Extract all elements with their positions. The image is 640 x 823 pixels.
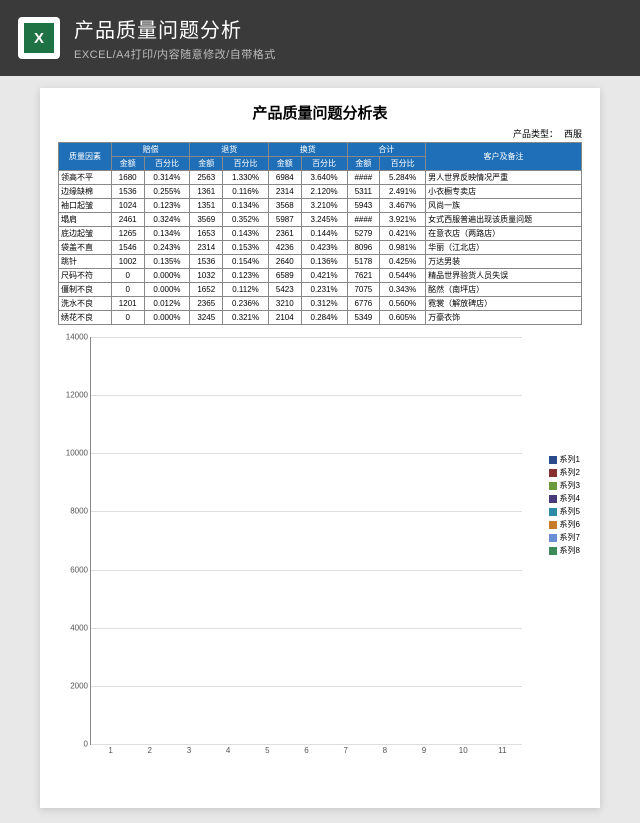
legend-item: 系列8	[549, 545, 580, 556]
legend-label: 系列1	[560, 454, 580, 465]
x-tick: 3	[187, 744, 191, 755]
y-tick: 8000	[70, 507, 91, 516]
meta-value: 西服	[564, 127, 582, 140]
col-percent: 百分比	[301, 157, 347, 171]
legend-label: 系列5	[560, 506, 580, 517]
table-row: 底边起皱12650.134%16530.143%23610.144%52790.…	[59, 227, 582, 241]
x-tick: 5	[265, 744, 269, 755]
x-tick: 11	[498, 744, 506, 755]
col-percent: 百分比	[380, 157, 426, 171]
chart-legend: 系列1 系列2 系列3 系列4 系列5 系列6 系列7 系列8	[549, 452, 580, 558]
chart-plot: 0200040006000800010000120001400012345678…	[90, 337, 522, 745]
table-row: 僵制不良00.000%16520.112%54230.231%70750.343…	[59, 283, 582, 297]
y-tick: 0	[84, 740, 91, 749]
table-row: 绣花不良00.000%32450.321%21040.284%53490.605…	[59, 311, 582, 325]
col-amount: 金额	[347, 157, 380, 171]
excel-icon: X	[18, 17, 60, 59]
bar-chart: 0 2000 4000 6000 8000 10000 12000 14000 1 2 3 4 5 6 7 8…	[58, 333, 582, 763]
table-row: 领高不平16800.314%25631.330%69843.640%####5.…	[59, 171, 582, 185]
x-tick: 10	[459, 744, 468, 755]
y-tick: 2000	[70, 681, 91, 690]
legend-swatch	[549, 547, 557, 555]
table-row: 边缘缺棉15360.255%13610.116%23142.120%53112.…	[59, 185, 582, 199]
legend-swatch	[549, 495, 557, 503]
legend-swatch	[549, 469, 557, 477]
y-tick: 12000	[66, 391, 91, 400]
col-group-2: 换货	[269, 143, 348, 157]
page-wrap: 产品质量问题分析表 产品类型： 西服 质量因素 赔偿 退货 换货 合计 客户及备…	[0, 76, 640, 808]
x-tick: 7	[343, 744, 347, 755]
page-title: 产品质量问题分析	[74, 14, 276, 43]
legend-label: 系列4	[560, 493, 580, 504]
legend-item: 系列3	[549, 480, 580, 491]
col-percent: 百分比	[144, 157, 190, 171]
x-tick: 1	[108, 744, 112, 755]
col-group-1: 退货	[190, 143, 269, 157]
legend-swatch	[549, 482, 557, 490]
table-row: 袖口起皱10240.123%13510.134%35683.210%59433.…	[59, 199, 582, 213]
meta-label: 产品类型：	[513, 127, 558, 140]
page-subtitle: EXCEL/A4打印/内容随意修改/自带格式	[74, 46, 276, 62]
table-head: 质量因素 赔偿 退货 换货 合计 客户及备注 金额百分比金额百分比金额百分比金额…	[59, 143, 582, 171]
col-group-3: 合计	[347, 143, 426, 157]
table-row: 袋盖不直15460.243%23140.153%42360.423%80960.…	[59, 241, 582, 255]
legend-label: 系列2	[560, 467, 580, 478]
header-text: 产品质量问题分析 EXCEL/A4打印/内容随意修改/自带格式	[74, 14, 276, 62]
y-tick: 10000	[66, 449, 91, 458]
legend-label: 系列6	[560, 519, 580, 530]
document-page: 产品质量问题分析表 产品类型： 西服 质量因素 赔偿 退货 换货 合计 客户及备…	[40, 88, 600, 808]
col-factor: 质量因素	[59, 143, 112, 171]
x-tick: 2	[148, 744, 152, 755]
legend-swatch	[549, 534, 557, 542]
legend-item: 系列7	[549, 532, 580, 543]
legend-label: 系列3	[560, 480, 580, 491]
meta-row: 产品类型： 西服	[58, 127, 582, 140]
y-tick: 4000	[70, 623, 91, 632]
col-percent: 百分比	[223, 157, 269, 171]
col-group-0: 赔偿	[111, 143, 190, 157]
table-row: 尺码不符00.000%10320.123%65890.421%76210.544…	[59, 269, 582, 283]
legend-item: 系列4	[549, 493, 580, 504]
legend-swatch	[549, 521, 557, 529]
col-remarks: 客户及备注	[426, 143, 582, 171]
legend-item: 系列2	[549, 467, 580, 478]
col-amount: 金额	[190, 157, 223, 171]
x-tick: 6	[304, 744, 308, 755]
document-title: 产品质量问题分析表	[58, 102, 582, 123]
app-header: X 产品质量问题分析 EXCEL/A4打印/内容随意修改/自带格式	[0, 0, 640, 76]
legend-item: 系列5	[549, 506, 580, 517]
table-row: 洗水不良12010.012%23650.236%32100.312%67760.…	[59, 297, 582, 311]
legend-swatch	[549, 508, 557, 516]
table-body: 领高不平16800.314%25631.330%69843.640%####5.…	[59, 171, 582, 325]
legend-item: 系列1	[549, 454, 580, 465]
x-tick: 8	[383, 744, 387, 755]
col-amount: 金额	[111, 157, 144, 171]
x-tick: 9	[422, 744, 426, 755]
col-amount: 金额	[269, 157, 302, 171]
table-row: 塌肩24610.324%35690.352%59873.245%####3.92…	[59, 213, 582, 227]
legend-item: 系列6	[549, 519, 580, 530]
data-table: 质量因素 赔偿 退货 换货 合计 客户及备注 金额百分比金额百分比金额百分比金额…	[58, 142, 582, 325]
x-tick: 4	[226, 744, 230, 755]
y-tick: 6000	[70, 565, 91, 574]
table-row: 跳针10020.135%15360.154%26400.136%51780.42…	[59, 255, 582, 269]
excel-icon-letter: X	[24, 23, 54, 53]
legend-label: 系列8	[560, 545, 580, 556]
legend-swatch	[549, 456, 557, 464]
legend-label: 系列7	[560, 532, 580, 543]
y-tick: 14000	[66, 333, 91, 342]
